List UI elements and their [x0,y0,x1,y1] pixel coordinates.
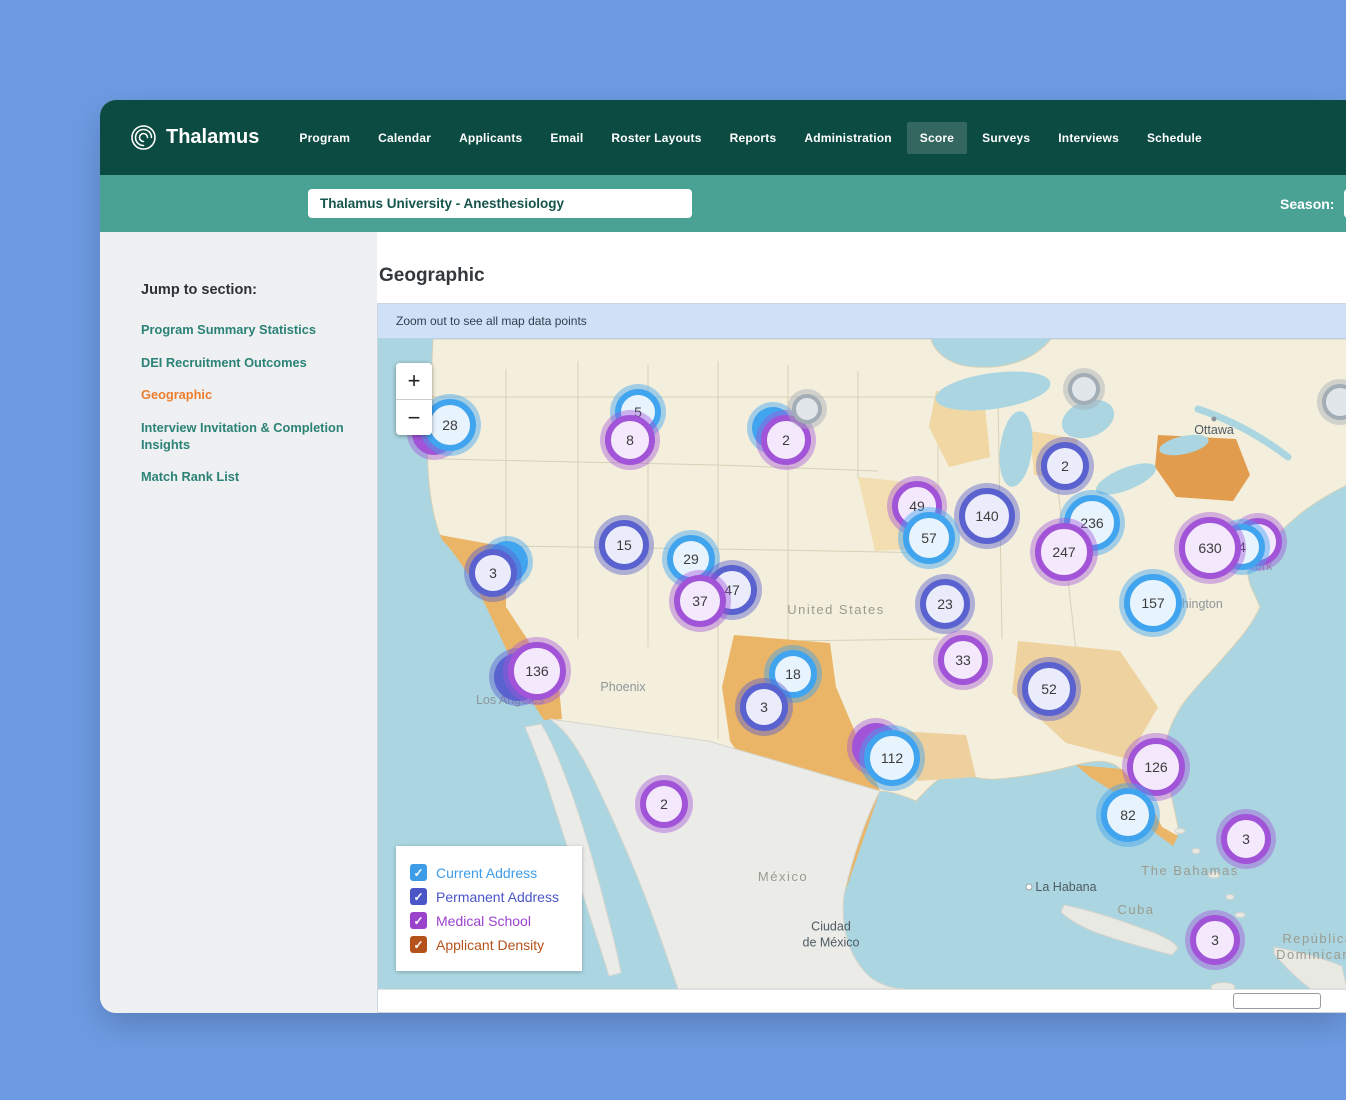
program-select[interactable]: Thalamus University - Anesthesiology [308,189,692,218]
nav-item-administration[interactable]: Administration [791,122,904,154]
legend-label: Applicant Density [436,937,544,953]
zoom-in-button[interactable]: + [396,363,432,399]
map-cluster[interactable]: 3 [469,549,517,597]
map-cluster[interactable]: 112 [864,730,920,786]
map-cluster[interactable] [792,394,822,424]
map-cluster[interactable]: 33 [938,635,988,685]
nav-item-interviews[interactable]: Interviews [1045,122,1132,154]
nav-item-calendar[interactable]: Calendar [365,122,444,154]
zoom-control: + − [396,363,432,435]
season-label: Season: [1280,196,1334,212]
map-cluster[interactable]: 8 [605,415,655,465]
sidebar-link-dei-recruitment-outcomes[interactable]: DEI Recruitment Outcomes [141,355,347,372]
legend-label: Current Address [436,865,537,881]
nav-item-schedule[interactable]: Schedule [1134,122,1215,154]
map-cluster[interactable]: 52 [1022,662,1076,716]
season-control: Season: [1280,189,1346,218]
legend-row-current-address: ✓ Current Address [410,864,568,881]
nav-item-reports[interactable]: Reports [717,122,790,154]
map-notice: Zoom out to see all map data points [378,304,1346,339]
content-area: Jump to section: Program Summary Statist… [100,232,1346,1013]
map-cluster[interactable]: 140 [959,488,1015,544]
legend-row-medical-school: ✓ Medical School [410,912,568,929]
legend-checkbox-medical-school[interactable]: ✓ [410,912,427,929]
page-title: Geographic [379,265,1346,287]
sidebar-link-interview-invitation-completion-insights[interactable]: Interview Invitation & Completion Insigh… [141,420,347,453]
map-cluster[interactable]: 3 [1221,814,1271,864]
map-cluster[interactable]: 3 [1190,915,1240,965]
legend-row-applicant-density: ✓ Applicant Density [410,936,568,953]
map-cluster[interactable]: 57 [903,512,955,564]
brand[interactable]: Thalamus [130,124,259,151]
map-cluster[interactable]: 630 [1179,517,1241,579]
brand-name: Thalamus [166,126,259,149]
map-cluster[interactable]: 37 [674,575,726,627]
map-legend: ✓ Current Address ✓ Permanent Address ✓ Medic… [396,846,582,971]
top-nav-bar: Thalamus ProgramCalendarApplicantsEmailR… [100,100,1346,175]
main-panel: Geographic Zoom out to see all map data … [377,232,1346,1013]
map-cluster[interactable]: 2 [1041,442,1089,490]
map-panel: Zoom out to see all map data points [377,303,1346,1013]
nav-item-email[interactable]: Email [537,122,596,154]
sidebar-heading: Jump to section: [141,282,347,298]
map[interactable]: OttawaNew YorkWashingtonUnited StatesPho… [378,339,1346,989]
legend-checkbox-permanent-address[interactable]: ✓ [410,888,427,905]
subheader-bar: Thalamus University - Anesthesiology Sea… [100,175,1346,232]
legend-label: Permanent Address [436,889,559,905]
map-cluster[interactable]: 2 [640,780,688,828]
map-cluster[interactable]: 3 [740,683,788,731]
legend-checkbox-applicant-density[interactable]: ✓ [410,936,427,953]
main-nav: ProgramCalendarApplicantsEmailRoster Lay… [285,122,1216,154]
legend-checkbox-current-address[interactable]: ✓ [410,864,427,881]
zoom-out-button[interactable]: − [396,399,432,435]
map-cluster[interactable]: 247 [1035,523,1093,581]
nav-item-program[interactable]: Program [286,122,363,154]
legend-label: Medical School [436,913,531,929]
map-attribution-box[interactable] [1233,993,1321,1009]
nav-item-roster-layouts[interactable]: Roster Layouts [598,122,714,154]
section-nav: Program Summary Statistics DEI Recruitmen… [141,322,347,486]
sidebar-link-program-summary-statistics[interactable]: Program Summary Statistics [141,322,347,339]
map-cluster[interactable]: 157 [1124,574,1182,632]
map-cluster[interactable]: 126 [1127,738,1185,796]
map-cluster[interactable]: 23 [920,579,970,629]
nav-item-surveys[interactable]: Surveys [969,122,1043,154]
map-cluster[interactable] [1068,373,1100,405]
sidebar-link-geographic[interactable]: Geographic [141,387,347,404]
map-cluster[interactable]: 15 [599,520,649,570]
map-footer [378,989,1346,1012]
legend-row-permanent-address: ✓ Permanent Address [410,888,568,905]
thalamus-logo-icon [130,124,157,151]
sidebar: Jump to section: Program Summary Statist… [100,232,377,1013]
app-window: Thalamus ProgramCalendarApplicantsEmailR… [100,100,1346,1013]
nav-item-applicants[interactable]: Applicants [446,122,535,154]
map-cluster[interactable]: 82 [1101,788,1155,842]
nav-item-score[interactable]: Score [907,122,967,154]
sidebar-link-match-rank-list[interactable]: Match Rank List [141,469,347,486]
map-cluster[interactable]: 136 [508,642,566,700]
